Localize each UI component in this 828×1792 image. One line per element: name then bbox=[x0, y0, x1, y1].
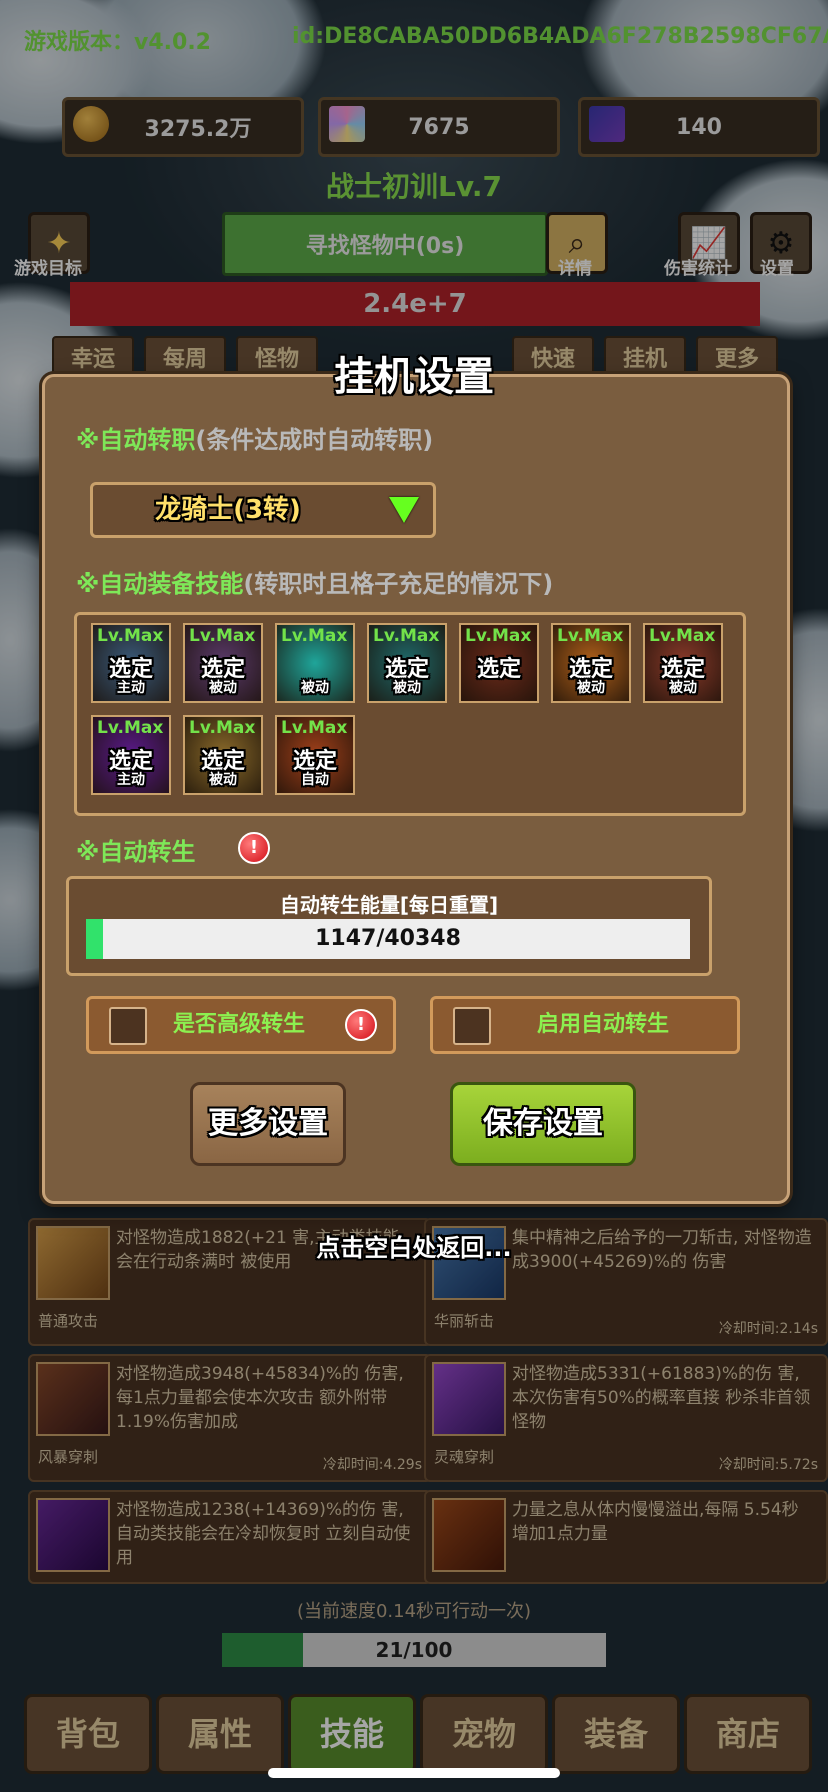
skill-slot[interactable]: Lv.Max 选定 bbox=[459, 623, 539, 703]
skill-level: Lv.Max bbox=[649, 626, 716, 646]
alert-icon: ! bbox=[238, 832, 270, 864]
skill-slot[interactable]: Lv.Max 选定 被动 bbox=[643, 623, 723, 703]
save-settings-button[interactable]: 保存设置 bbox=[450, 1082, 636, 1166]
auto-skill-heading: ※自动装备技能(转职时且格子充足的情况下) bbox=[76, 564, 553, 599]
skill-type: 被动 bbox=[209, 772, 237, 788]
skill-type: 被动 bbox=[393, 680, 421, 696]
enable-rebirth-label: 启用自动转生 bbox=[537, 1012, 670, 1037]
skill-slot[interactable]: Lv.Max 被动 bbox=[275, 623, 355, 703]
skill-slot[interactable]: Lv.Max 选定 自动 bbox=[275, 715, 355, 795]
skill-slot[interactable]: Lv.Max 选定 被动 bbox=[183, 715, 263, 795]
skill-type: 主动 bbox=[117, 680, 145, 696]
dialog-title: 挂机设置 bbox=[334, 354, 494, 400]
skill-level: Lv.Max bbox=[373, 626, 440, 646]
skill-selection-grid: Lv.Max 选定 主动 Lv.Max 选定 被动 Lv.Max 被动 Lv.Max 选定 被动 Lv… bbox=[74, 612, 746, 816]
skill-slot[interactable]: Lv.Max 选定 主动 bbox=[91, 715, 171, 795]
skill-level: Lv.Max bbox=[189, 718, 256, 738]
auto-skill-title: ※自动装备技能 bbox=[76, 570, 244, 598]
auto-rebirth-title: ※自动转生 bbox=[76, 838, 196, 866]
skill-type: 被动 bbox=[301, 680, 329, 696]
advanced-rebirth-checkbox[interactable] bbox=[109, 1007, 147, 1045]
auto-skill-subtitle: (转职时且格子充足的情况下) bbox=[243, 570, 554, 598]
home-indicator[interactable] bbox=[268, 1768, 560, 1778]
auto-job-heading: ※自动转职(条件达成时自动转职) bbox=[76, 420, 433, 455]
tap-to-return-hint: 点击空白处返回... bbox=[316, 1234, 512, 1262]
skill-type: 被动 bbox=[209, 680, 237, 696]
skill-slot[interactable]: Lv.Max 选定 主动 bbox=[91, 623, 171, 703]
energy-value: 1147/40348 bbox=[315, 926, 461, 951]
skill-level: Lv.Max bbox=[97, 718, 164, 738]
more-settings-button[interactable]: 更多设置 bbox=[190, 1082, 346, 1166]
skill-type: 被动 bbox=[577, 680, 605, 696]
rebirth-energy-panel: 自动转生能量[每日重置] 1147/40348 bbox=[66, 876, 712, 976]
dropdown-arrow-icon bbox=[389, 497, 419, 523]
skill-type: 主动 bbox=[117, 772, 145, 788]
job-select-value: 龙骑士(3转) bbox=[155, 495, 301, 525]
skill-level: Lv.Max bbox=[281, 718, 348, 738]
enable-rebirth-checkbox[interactable] bbox=[453, 1007, 491, 1045]
energy-title: 自动转生能量[每日重置] bbox=[279, 893, 499, 917]
auto-job-subtitle: (条件达成时自动转职) bbox=[195, 426, 434, 454]
job-select[interactable]: 龙骑士(3转) bbox=[90, 482, 436, 538]
skill-level: Lv.Max bbox=[465, 626, 532, 646]
skill-type: 自动 bbox=[301, 772, 329, 788]
enable-rebirth-toggle[interactable]: 启用自动转生 bbox=[430, 996, 740, 1054]
skill-level: Lv.Max bbox=[189, 626, 256, 646]
advanced-rebirth-toggle[interactable]: 是否高级转生 ! bbox=[86, 996, 396, 1054]
alert-icon: ! bbox=[345, 1009, 377, 1041]
auto-job-title: ※自动转职 bbox=[76, 426, 196, 454]
skill-level: Lv.Max bbox=[97, 626, 164, 646]
skill-slot[interactable]: Lv.Max 选定 被动 bbox=[367, 623, 447, 703]
advanced-rebirth-label: 是否高级转生 bbox=[173, 1012, 306, 1037]
skill-type: 被动 bbox=[669, 680, 697, 696]
skill-level: Lv.Max bbox=[281, 626, 348, 646]
skill-slot[interactable]: Lv.Max 选定 被动 bbox=[551, 623, 631, 703]
skill-slot[interactable]: Lv.Max 选定 被动 bbox=[183, 623, 263, 703]
skill-level: Lv.Max bbox=[557, 626, 624, 646]
energy-bar: 1147/40348 bbox=[86, 919, 690, 959]
skill-selected-label: 选定 bbox=[476, 657, 521, 682]
